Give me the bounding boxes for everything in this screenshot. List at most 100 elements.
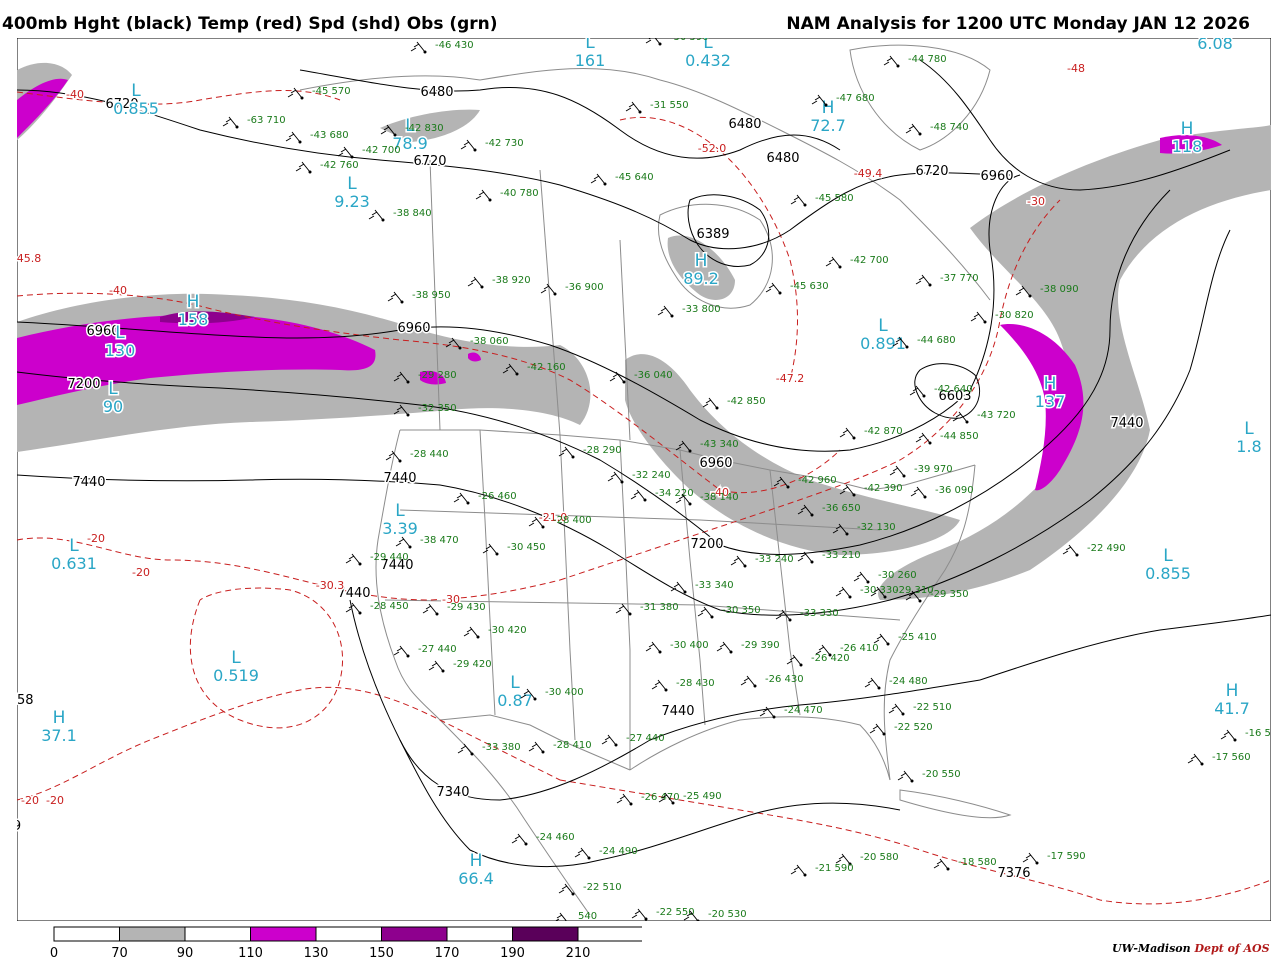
credit-org: UW-Madison bbox=[1112, 942, 1191, 955]
station-dot bbox=[1075, 553, 1079, 557]
center-value-label: 161 bbox=[575, 51, 606, 70]
colorbar-cell bbox=[184, 926, 251, 942]
center-type-label: H bbox=[1226, 681, 1239, 701]
station-dot bbox=[458, 346, 462, 350]
map-valid-time: NAM Analysis for 1200 UTC Monday JAN 12 … bbox=[786, 14, 1250, 34]
station-dot bbox=[810, 560, 814, 564]
height-label: 6720 bbox=[915, 164, 948, 179]
station-dot bbox=[308, 170, 312, 174]
obs-temp-height: -33 380 bbox=[482, 742, 521, 753]
obs-temp-height: -20 580 bbox=[860, 852, 899, 863]
colorbar-cell bbox=[250, 926, 317, 942]
station-dot bbox=[524, 842, 528, 846]
obs-temp-height: -42 850 bbox=[727, 396, 766, 407]
height-label: 7440 bbox=[1110, 416, 1143, 431]
center-value-label: 72.7 bbox=[810, 116, 846, 135]
center-value-label: 6.08 bbox=[1197, 38, 1233, 53]
colorbar-tick: 110 bbox=[238, 946, 263, 959]
colorbar-cell bbox=[381, 926, 448, 942]
center-value-label: 0.855 bbox=[113, 99, 159, 118]
obs-temp-height: -42 160 bbox=[527, 362, 566, 373]
obs-temp-height: -38 090 bbox=[1040, 284, 1079, 295]
obs-temp-height: -33 330 bbox=[800, 608, 839, 619]
station-dot bbox=[358, 562, 362, 566]
station-dot bbox=[905, 345, 909, 349]
station-dot bbox=[729, 650, 733, 654]
center-type-label: L bbox=[131, 81, 141, 101]
center-type-label: L bbox=[347, 174, 357, 194]
center-type-label: L bbox=[69, 536, 79, 556]
center-type-label: H bbox=[695, 251, 708, 271]
station-dot bbox=[810, 513, 814, 517]
obs-temp-height: -20 530 bbox=[708, 909, 747, 920]
obs-temp-height: -30 260 bbox=[878, 570, 917, 581]
center-value-label: 66.4 bbox=[458, 869, 494, 888]
obs-temp-height: -30 820 bbox=[995, 310, 1034, 321]
station-dot bbox=[638, 110, 642, 114]
station-dot bbox=[799, 663, 803, 667]
obs-temp-height: -29 280 bbox=[418, 370, 457, 381]
obs-temp-height: -28 290 bbox=[583, 445, 622, 456]
center-value-label: 37.1 bbox=[41, 726, 77, 745]
obs-temp-height: -22 490 bbox=[1087, 543, 1126, 554]
center-type-label: L bbox=[108, 379, 118, 399]
colorbar-tick: 70 bbox=[111, 946, 128, 959]
weather-map[interactable]: 6720648067206480648063896720 69606960 6960… bbox=[17, 38, 1271, 921]
station-dot bbox=[587, 856, 591, 860]
obs-temp-height: -30 420 bbox=[488, 625, 527, 636]
pressure-center: L6.08 bbox=[1196, 38, 1235, 55]
temp-label: -30.3 bbox=[316, 579, 344, 592]
obs-temp-height: -42 870 bbox=[864, 426, 903, 437]
obs-temp-height: -32 130 bbox=[857, 522, 896, 533]
obs-temp-height: -25 490 bbox=[683, 791, 722, 802]
temp-label: -30 bbox=[1027, 195, 1045, 208]
colorbar-cell bbox=[512, 926, 579, 942]
obs-temp-height: -42 390 bbox=[864, 483, 903, 494]
center-type-label: L bbox=[1163, 546, 1173, 566]
center-type-label: H bbox=[470, 851, 483, 871]
station-dot bbox=[753, 684, 757, 688]
obs-temp-height: -22 520 bbox=[894, 722, 933, 733]
station-dot bbox=[896, 64, 900, 68]
obs-temp-height: -27 440 bbox=[418, 644, 457, 655]
obs-temp-height: -50 590 bbox=[670, 38, 709, 43]
obs-temp-height: -44 780 bbox=[908, 54, 947, 65]
height-label: 7340 bbox=[436, 785, 469, 800]
obs-temp-height: -24 460 bbox=[536, 832, 575, 843]
height-label: 7200 bbox=[690, 537, 723, 552]
center-type-label: H bbox=[1044, 374, 1057, 394]
obs-temp-height: 540 bbox=[578, 911, 597, 921]
center-value-label: 158 bbox=[178, 310, 209, 329]
obs-temp-height: -17 590 bbox=[1047, 851, 1086, 862]
station-dot bbox=[400, 300, 404, 304]
station-dot bbox=[495, 552, 499, 556]
height-label: 6960 bbox=[699, 456, 732, 471]
height-label: 6960 bbox=[980, 169, 1013, 184]
obs-temp-height: -44 680 bbox=[917, 335, 956, 346]
height-label: 7440 bbox=[383, 471, 416, 486]
station-dot bbox=[786, 485, 790, 489]
obs-temp-height: -18 580 bbox=[958, 857, 997, 868]
station-dot bbox=[1028, 294, 1032, 298]
center-value-label: 130 bbox=[105, 341, 136, 360]
temp-label: -20 bbox=[87, 532, 105, 545]
station-dot bbox=[683, 590, 687, 594]
station-dot bbox=[778, 291, 782, 295]
station-dot bbox=[350, 155, 354, 159]
station-dot bbox=[358, 611, 362, 615]
station-dot bbox=[1035, 861, 1039, 865]
station-dot bbox=[883, 595, 887, 599]
obs-temp-height: -28 410 bbox=[553, 740, 592, 751]
station-dot bbox=[398, 459, 402, 463]
station-dot bbox=[1200, 762, 1204, 766]
station-dot bbox=[423, 50, 427, 54]
station-dot bbox=[848, 595, 852, 599]
center-value-label: 1.8 bbox=[1236, 437, 1261, 456]
station-dot bbox=[381, 218, 385, 222]
center-type-label: L bbox=[1244, 419, 1254, 439]
station-dot bbox=[1233, 738, 1237, 742]
colorbar-tick: 210 bbox=[566, 946, 591, 959]
station-dot bbox=[235, 125, 239, 129]
station-dot bbox=[658, 650, 662, 654]
credit-text: UW-Madison Dept of AOS bbox=[1112, 942, 1270, 955]
